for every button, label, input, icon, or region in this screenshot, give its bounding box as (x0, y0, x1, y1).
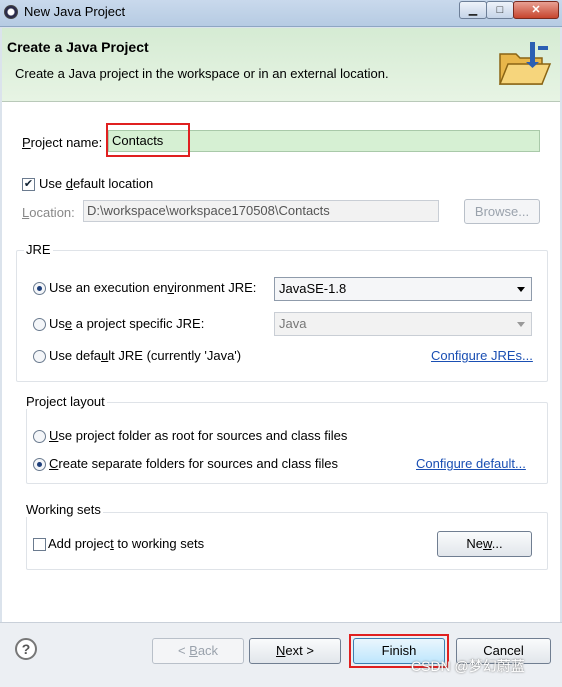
configure-default-link[interactable]: Configure default... (416, 456, 526, 471)
location-label: Location: (22, 205, 75, 220)
eclipse-app-icon (4, 5, 18, 19)
help-icon[interactable]: ? (15, 638, 37, 660)
jre-default-radio[interactable] (33, 350, 46, 363)
jre-group-title: JRE (24, 242, 53, 257)
jre-execution-env-radio[interactable] (33, 282, 46, 295)
project-specific-jre-select[interactable]: Java (274, 312, 532, 336)
browse-button[interactable]: Browse... (464, 199, 540, 224)
jre-default-label: Use default JRE (currently 'Java') (49, 348, 242, 363)
layout-separate-folders-radio[interactable] (33, 458, 46, 471)
wizard-description: Create a Java project in the workspace o… (15, 66, 389, 81)
working-sets-group-title: Working sets (24, 502, 103, 517)
project-layout-group (26, 402, 548, 484)
layout-root-folder-label: Use project folder as root for sources a… (49, 428, 348, 443)
maximize-button[interactable]: □ (486, 1, 514, 19)
jre-project-specific-radio[interactable] (33, 318, 46, 331)
wizard-title: Create a Java Project (7, 39, 149, 55)
window-title: New Java Project (24, 4, 126, 19)
add-to-working-sets-checkbox[interactable] (33, 538, 46, 551)
close-button[interactable]: ✕ (513, 1, 559, 19)
watermark: CSDN @梦幻蔚蓝 (411, 658, 525, 674)
jre-project-specific-label: Use a project specific JRE: (49, 316, 205, 331)
new-project-folder-icon (498, 42, 552, 85)
title-bar: New Java Project ▁ □ ✕ (0, 0, 562, 27)
project-name-label: Project name: (22, 135, 103, 150)
configure-jres-link[interactable]: Configure JREs... (431, 348, 533, 363)
location-input[interactable]: D:\workspace\workspace170508\Contacts (83, 200, 439, 222)
add-to-working-sets-label: Add project to working sets (48, 536, 205, 551)
next-button[interactable]: Next > (249, 638, 341, 664)
chevron-down-icon (517, 287, 525, 292)
jre-execution-env-label: Use an execution environment JRE: (49, 280, 257, 295)
project-layout-group-title: Project layout (24, 394, 107, 409)
chevron-down-icon (517, 322, 525, 327)
use-default-location-label: Use default location (39, 176, 154, 191)
highlight-project-name (106, 123, 190, 157)
new-working-set-button[interactable]: New... (437, 531, 532, 557)
back-button[interactable]: < Back (152, 638, 244, 664)
use-default-location-checkbox[interactable]: ✔ (22, 178, 35, 191)
layout-root-folder-radio[interactable] (33, 430, 46, 443)
wizard-header: Create a Java Project Create a Java proj… (2, 28, 560, 102)
execution-env-select[interactable]: JavaSE-1.8 (274, 277, 532, 301)
button-bar: ? < Back Next > Finish Cancel (0, 622, 562, 687)
minimize-button[interactable]: ▁ (459, 1, 487, 19)
layout-separate-folders-label: Create separate folders for sources and … (49, 456, 339, 471)
wizard-content: Project name: Contacts ✔ Use default loc… (2, 102, 560, 622)
